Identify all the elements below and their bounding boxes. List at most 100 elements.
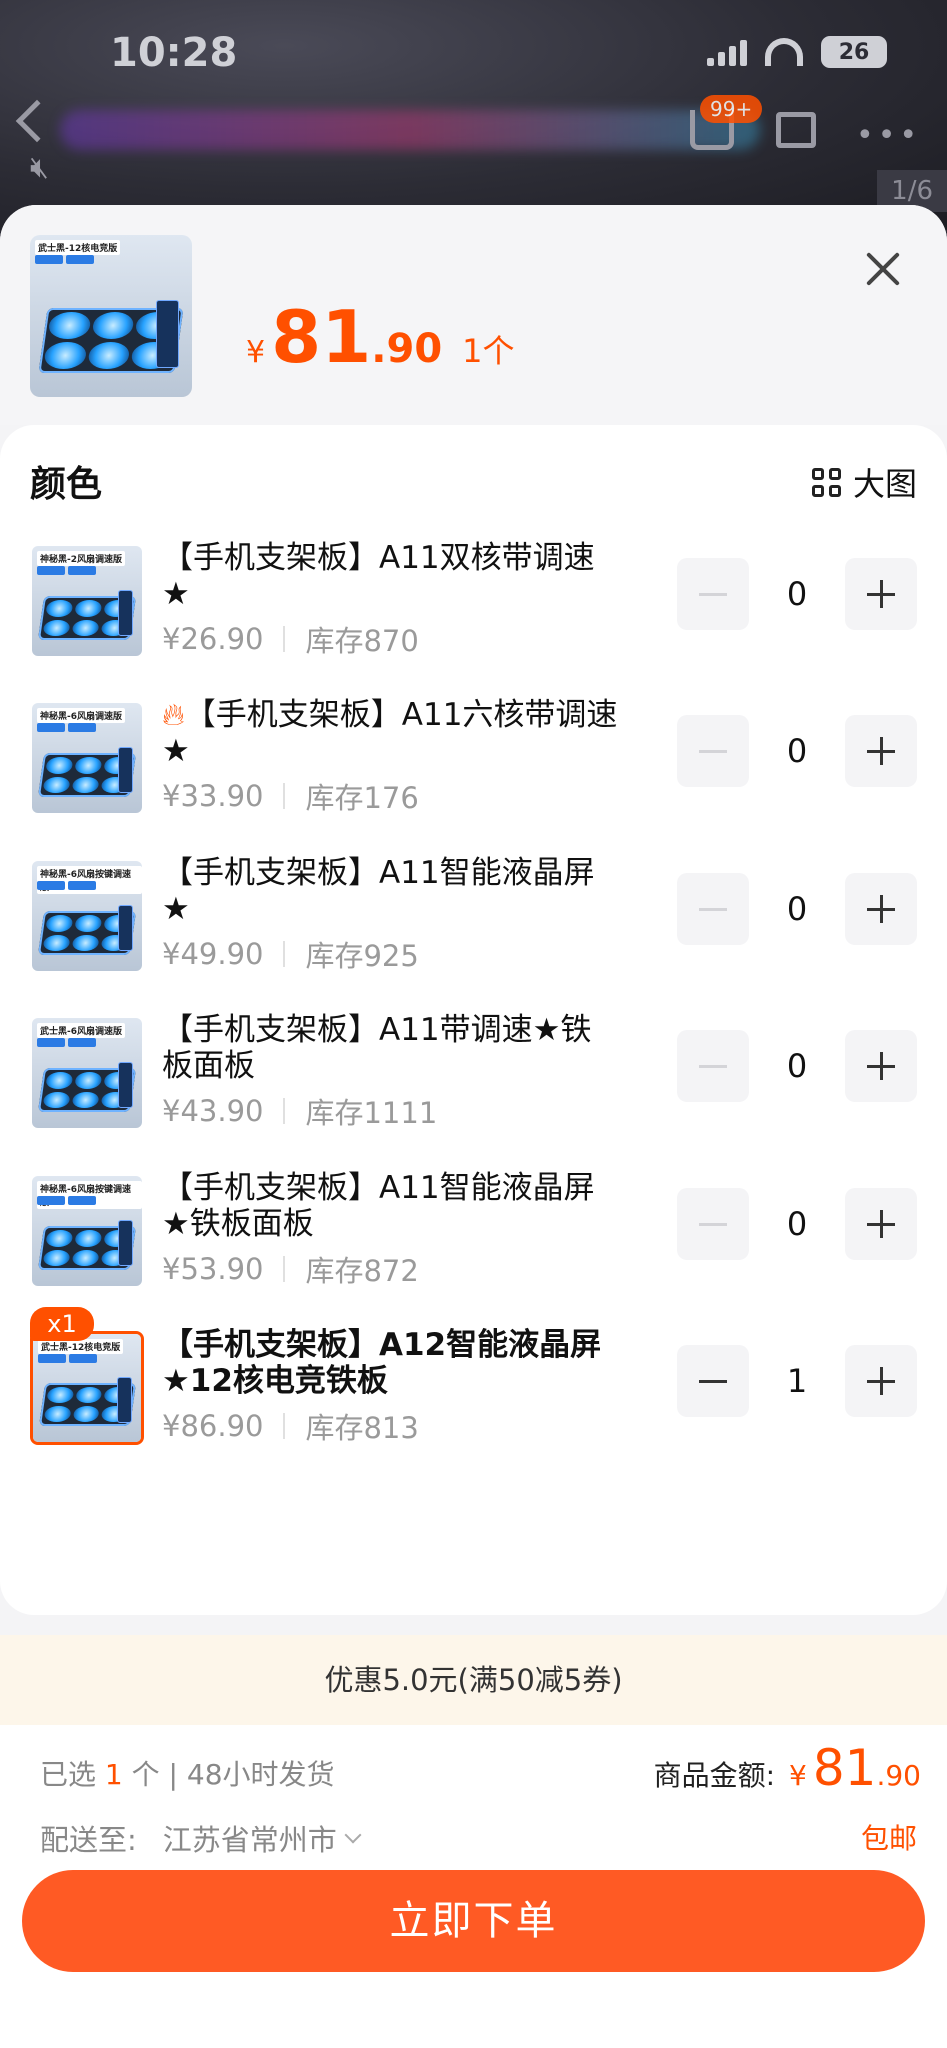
divider [283, 1098, 286, 1124]
sku-name: 【手机支架板】A11带调速★铁板面板 [162, 1012, 622, 1084]
amount-currency: ¥ [789, 1759, 807, 1792]
sku-name-text: 【手机支架板】A11六核带调速★ [162, 697, 618, 769]
sku-price: ¥43.90 [162, 1094, 264, 1128]
share-icon[interactable] [776, 112, 816, 148]
sku-item[interactable]: 神秘黑-2风扇调速版 【手机支架板】A11双核带调速★ ¥26.90 库存870 0 [0, 540, 947, 690]
sku-thumbnail[interactable]: 武士黑-12核电竞版 [30, 1331, 144, 1445]
decrease-button[interactable] [677, 1345, 749, 1417]
sku-stock: 库存813 [305, 1411, 419, 1445]
sku-name-text: 【手机支架板】A11双核带调速★ [162, 540, 595, 612]
sheet-header: 武士黑-12核电竞版 ¥ 81 .90 1个 [0, 205, 947, 425]
big-image-toggle[interactable]: 大图 [811, 459, 917, 505]
increase-button[interactable] [845, 558, 917, 630]
selected-product-thumbnail[interactable]: 武士黑-12核电竞版 [30, 235, 192, 397]
back-icon[interactable] [15, 99, 59, 143]
decrease-button[interactable] [677, 558, 749, 630]
increase-button[interactable] [845, 873, 917, 945]
sku-item[interactable]: 神秘黑-6风扇调速版 🔥︎【手机支架板】A11六核带调速★ ¥33.90 库存176 0 [0, 697, 947, 847]
price-integer: 81 [271, 295, 372, 379]
sku-thumbnail[interactable]: 神秘黑-2风扇调速版 [30, 544, 144, 658]
sku-stock: 库存925 [305, 939, 419, 973]
sku-item[interactable]: x1 武士黑-12核电竞版 【手机支架板】A12智能液晶屏★12核电竞铁板 ¥86.9… [0, 1307, 947, 1477]
divider [283, 1256, 286, 1282]
sku-meta: ¥33.90 库存176 [162, 775, 419, 817]
sku-thumbnail[interactable]: 武士黑-6风扇调速版 [30, 1016, 144, 1130]
increase-button[interactable] [845, 715, 917, 787]
decrease-button[interactable] [677, 715, 749, 787]
phone-stand [117, 905, 134, 952]
thumbnail-tag [69, 1354, 97, 1363]
product-thumbnail-image: 神秘黑-6风扇按键调速版 [32, 1176, 142, 1286]
status-time: 10:28 [110, 30, 238, 76]
section-title: 颜色 [30, 464, 103, 505]
buy-now-button[interactable]: 立即下单 [22, 1870, 925, 1972]
sku-stock: 库存1111 [305, 1096, 438, 1130]
quantity-badge: x1 [30, 1307, 94, 1341]
quantity-stepper[interactable]: 0 [677, 715, 917, 787]
decrease-button[interactable] [677, 873, 749, 945]
increase-button[interactable] [845, 1188, 917, 1260]
mute-icon[interactable]: 🔇︎ [30, 150, 49, 185]
phone-stand [156, 299, 180, 368]
increase-button[interactable] [845, 1030, 917, 1102]
thumbnail-label: 武士黑-6风扇调速版 [37, 1023, 125, 1038]
thumbnail-tag [68, 723, 96, 732]
selection-summary: 已选 1 个 | 48小时发货 [40, 1753, 335, 1793]
decrease-button[interactable] [677, 1030, 749, 1102]
quantity-stepper[interactable]: 0 [677, 558, 917, 630]
total-amount: 商品金额: ¥ 81 .90 [654, 1739, 921, 1797]
sku-name: 🔥︎【手机支架板】A11六核带调速★ [162, 697, 622, 769]
sku-thumbnail[interactable]: 神秘黑-6风扇按键调速版 [30, 859, 144, 973]
price-decimal: .90 [371, 326, 443, 372]
sku-thumbnail[interactable]: 神秘黑-6风扇按键调速版 [30, 1174, 144, 1288]
thumbnail-tag [37, 723, 65, 732]
quantity-value[interactable]: 0 [749, 1205, 845, 1243]
phone-stand [117, 1377, 133, 1423]
increase-button[interactable] [845, 1345, 917, 1417]
quantity-value[interactable]: 1 [749, 1362, 845, 1400]
sku-item[interactable]: 神秘黑-6风扇按键调速版【手机支架板】A11智能液晶屏★铁板面板 ¥53.90 库存… [0, 1170, 947, 1320]
sku-meta: ¥43.90 库存1111 [162, 1090, 437, 1132]
quantity-stepper[interactable]: 0 [677, 1188, 917, 1260]
thumbnail-tag [68, 1038, 96, 1047]
quantity-value[interactable]: 0 [749, 890, 845, 928]
sku-name: 【手机支架板】A11智能液晶屏★ [162, 855, 622, 927]
thumbnail-tag [37, 881, 65, 890]
quantity-stepper[interactable]: 0 [677, 873, 917, 945]
sku-name: 【手机支架板】A11智能液晶屏★铁板面板 [162, 1170, 622, 1242]
grid-icon [811, 467, 841, 497]
sku-price: ¥86.90 [162, 1409, 264, 1443]
product-thumbnail-image: 神秘黑-6风扇按键调速版 [32, 861, 142, 971]
quantity-value[interactable]: 0 [749, 575, 845, 613]
sku-selection-sheet: 武士黑-12核电竞版 ¥ 81 .90 1个 颜色 大图 神秘黑-2风扇调速版【… [0, 205, 947, 2048]
sku-stock: 库存870 [305, 624, 419, 658]
thumbnail-tag [35, 255, 63, 264]
sku-thumbnail[interactable]: 神秘黑-6风扇调速版 [30, 701, 144, 815]
quantity-value[interactable]: 0 [749, 1047, 845, 1085]
sku-price: ¥33.90 [162, 779, 264, 813]
order-footer: 已选 1 个 | 48小时发货 商品金额: ¥ 81 .90 配送至: 江苏省常… [0, 1725, 947, 2048]
divider [283, 783, 286, 809]
sku-name-text: 【手机支架板】A11带调速★铁板面板 [162, 1012, 592, 1084]
close-icon[interactable] [859, 245, 907, 293]
sku-item[interactable]: 武士黑-6风扇调速版 【手机支架板】A11带调速★铁板面板 ¥43.90 库存1111… [0, 1012, 947, 1162]
decrease-button[interactable] [677, 1188, 749, 1260]
sku-item[interactable]: 神秘黑-6风扇按键调速版【手机支架板】A11智能液晶屏★ ¥49.90 库存925 0 [0, 855, 947, 1005]
signal-icon [707, 38, 747, 66]
shipping-address[interactable]: 配送至: 江苏省常州市 [40, 1817, 362, 1859]
quantity-stepper[interactable]: 1 [677, 1345, 917, 1417]
ship-label: 配送至: [40, 1823, 137, 1857]
quantity-stepper[interactable]: 0 [677, 1030, 917, 1102]
product-thumbnail-image: 武士黑-12核电竞版 [33, 1334, 141, 1442]
promo-banner[interactable]: 优惠5.0元(满50减5券) [0, 1635, 947, 1725]
thumbnail-tag [68, 881, 96, 890]
quantity-value[interactable]: 0 [749, 732, 845, 770]
more-icon[interactable]: ••• [856, 118, 921, 153]
ship-city: 江苏省常州市 [162, 1823, 337, 1857]
sku-price: ¥53.90 [162, 1252, 264, 1286]
thumbnail-tag [38, 1354, 66, 1363]
battery-icon: 26 [821, 36, 887, 68]
thumbnail-label: 武士黑-12核电竞版 [35, 240, 121, 255]
cart-badge: 99+ [700, 95, 763, 123]
thumbnail-tag [37, 566, 65, 575]
